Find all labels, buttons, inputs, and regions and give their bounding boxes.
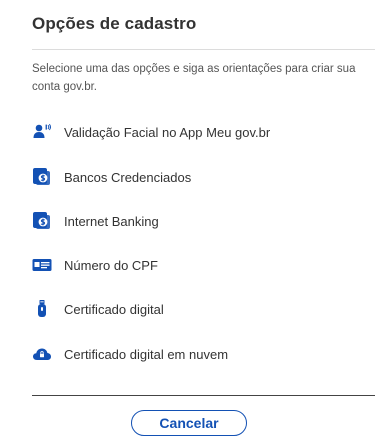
option-label: Número do CPF xyxy=(64,257,158,273)
option-accredited-banks[interactable]: Bancos Credenciados xyxy=(32,165,372,189)
option-label: Bancos Credenciados xyxy=(64,169,192,185)
page-title: Opções de cadastro xyxy=(32,14,197,33)
option-label: Certificado digital em nuvem xyxy=(64,346,229,362)
option-facial-validation[interactable]: Validação Facial no App Meu gov.br xyxy=(32,120,372,144)
bank-icon xyxy=(32,167,52,187)
registration-options-panel: Opções de cadastro Selecione uma das opç… xyxy=(0,0,375,439)
cancel-button[interactable]: Cancelar xyxy=(131,410,247,436)
divider xyxy=(32,49,375,50)
option-label: Validação Facial no App Meu gov.br xyxy=(64,124,271,140)
cloud-icon xyxy=(32,344,52,364)
option-label: Internet Banking xyxy=(64,213,159,229)
divider xyxy=(32,395,375,396)
internet-banking-icon xyxy=(32,211,52,231)
description-text: Selecione uma das opções e siga as orien… xyxy=(32,63,356,93)
option-label: Certificado digital xyxy=(64,301,164,317)
id-card-icon xyxy=(32,255,52,275)
option-internet-banking[interactable]: Internet Banking xyxy=(32,209,372,233)
option-cloud-digital-certificate[interactable]: Certificado digital em nuvem xyxy=(32,342,372,366)
option-cpf-number[interactable]: Número do CPF xyxy=(32,253,372,277)
usb-token-icon xyxy=(32,299,52,319)
option-digital-certificate[interactable]: Certificado digital xyxy=(32,297,372,321)
face-recognition-icon xyxy=(32,122,52,142)
